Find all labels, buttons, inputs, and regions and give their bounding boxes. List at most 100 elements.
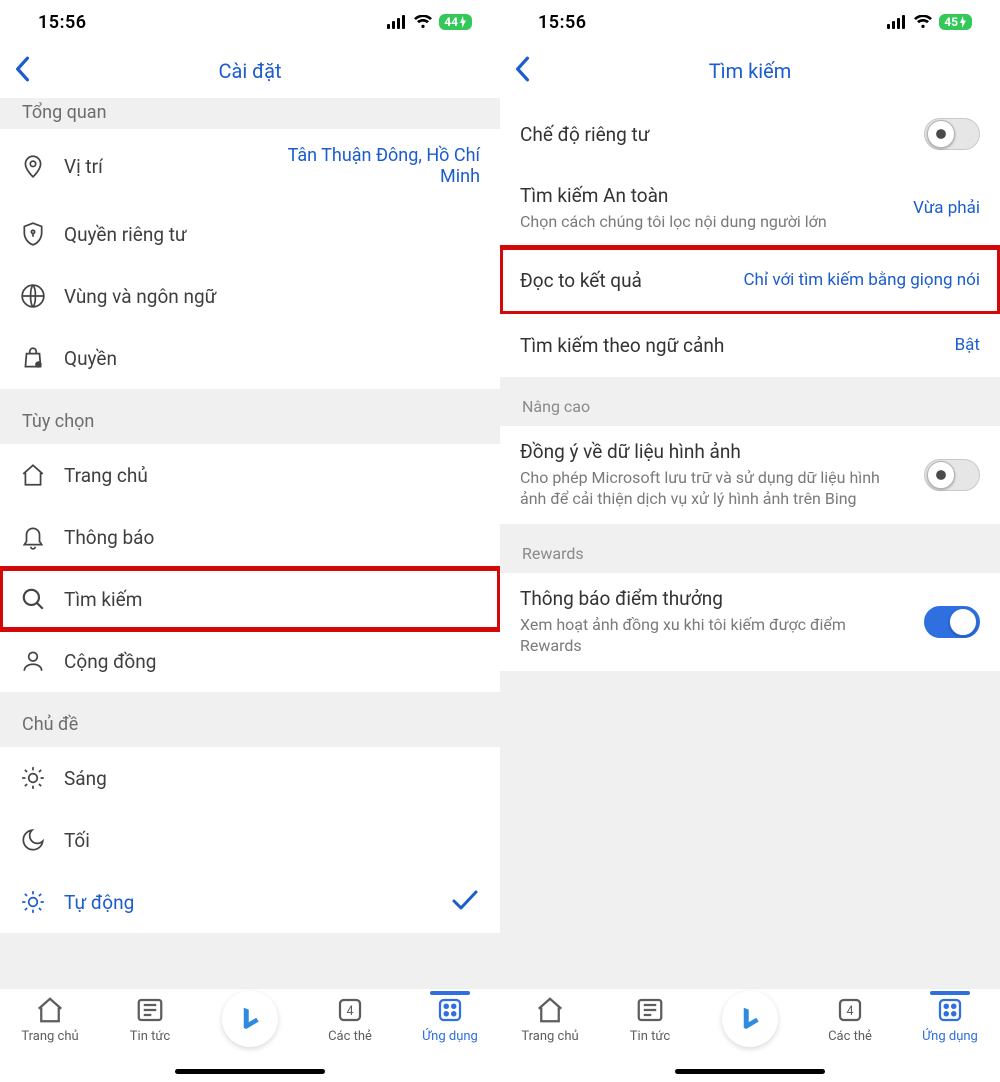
tab-bing[interactable] bbox=[708, 991, 792, 1047]
home-indicator bbox=[675, 1069, 825, 1074]
home-icon bbox=[20, 462, 46, 488]
back-button[interactable] bbox=[14, 56, 30, 86]
row-region-language[interactable]: Vùng và ngôn ngữ bbox=[0, 265, 500, 327]
row-community[interactable]: Cộng đồng bbox=[0, 630, 500, 692]
row-label: Quyền bbox=[64, 347, 480, 370]
section-rewards: Rewards bbox=[500, 524, 1000, 573]
status-time: 15:56 bbox=[38, 12, 87, 33]
row-image-consent[interactable]: Đồng ý về dữ liệu hình ảnh Cho phép Micr… bbox=[500, 426, 1000, 524]
row-private-mode[interactable]: Chế độ riêng tư bbox=[500, 98, 1000, 170]
section-options: Tùy chọn bbox=[0, 389, 500, 444]
row-label: Quyền riêng tư bbox=[64, 223, 480, 246]
tab-label: Trang chủ bbox=[521, 1029, 578, 1044]
row-title: Thông báo điểm thưởng bbox=[520, 587, 910, 610]
row-privacy[interactable]: Quyền riêng tư bbox=[0, 203, 500, 265]
tab-label: Trang chủ bbox=[21, 1029, 78, 1044]
row-label: Vị trí bbox=[64, 155, 232, 178]
status-indicators: 45 bbox=[887, 14, 972, 30]
row-safesearch[interactable]: Tìm kiếm An toàn Chọn cách chúng tôi lọc… bbox=[500, 170, 1000, 247]
row-label: Cộng đồng bbox=[64, 650, 480, 673]
tab-home[interactable]: Trang chủ bbox=[508, 995, 592, 1044]
tab-apps[interactable]: Ứng dụng bbox=[908, 995, 992, 1044]
battery-badge: 44 bbox=[439, 14, 472, 30]
tab-news[interactable]: Tin tức bbox=[608, 995, 692, 1044]
toggle-image-consent[interactable] bbox=[924, 459, 980, 491]
active-indicator bbox=[930, 991, 970, 995]
row-home[interactable]: Trang chủ bbox=[0, 444, 500, 506]
tab-label: Tin tức bbox=[630, 1029, 670, 1044]
nav-header: Cài đặt bbox=[0, 44, 500, 98]
apps-icon bbox=[435, 995, 465, 1025]
row-theme-light[interactable]: Sáng bbox=[0, 747, 500, 809]
row-title: Đồng ý về dữ liệu hình ảnh bbox=[520, 440, 910, 463]
sun-auto-icon bbox=[20, 889, 46, 915]
empty-space bbox=[500, 671, 1000, 988]
bing-bubble bbox=[722, 991, 778, 1047]
tab-cards[interactable]: 4 Các thẻ bbox=[808, 995, 892, 1044]
tab-label: Các thẻ bbox=[328, 1029, 372, 1044]
globe-icon bbox=[20, 283, 46, 309]
row-rewards-notif[interactable]: Thông báo điểm thưởng Xem hoạt ảnh đồng … bbox=[500, 573, 1000, 671]
people-icon bbox=[20, 648, 46, 674]
cards-icon: 4 bbox=[335, 995, 365, 1025]
row-label: Vùng và ngôn ngữ bbox=[64, 285, 480, 308]
toggle-rewards-notif[interactable] bbox=[924, 606, 980, 638]
battery-badge: 45 bbox=[939, 14, 972, 30]
home-indicator bbox=[175, 1069, 325, 1074]
row-title: Chế độ riêng tư bbox=[520, 123, 910, 146]
row-title: Tìm kiếm theo ngữ cảnh bbox=[520, 334, 941, 357]
row-theme-auto[interactable]: Tự động bbox=[0, 871, 500, 933]
cards-icon: 4 bbox=[835, 995, 865, 1025]
row-subtitle: Xem hoạt ảnh đồng xu khi tôi kiếm được đ… bbox=[520, 614, 910, 657]
row-label: Tìm kiếm bbox=[64, 588, 480, 611]
row-theme-dark[interactable]: Tối bbox=[0, 809, 500, 871]
row-subtitle: Chọn cách chúng tôi lọc nội dung người l… bbox=[520, 211, 899, 233]
news-icon bbox=[135, 995, 165, 1025]
moon-icon bbox=[20, 827, 46, 853]
row-label: Sáng bbox=[64, 767, 480, 790]
bell-icon bbox=[20, 524, 46, 550]
wifi-icon bbox=[413, 15, 433, 29]
row-location[interactable]: Vị trí Tân Thuận Đông, Hồ Chí Minh bbox=[0, 129, 500, 203]
row-label: Tối bbox=[64, 829, 480, 852]
page-title: Tìm kiếm bbox=[709, 59, 792, 83]
row-context-search[interactable]: Tìm kiếm theo ngữ cảnh Bật bbox=[500, 314, 1000, 377]
settings-list: Tổng quan Vị trí Tân Thuận Đông, Hồ Chí … bbox=[0, 98, 500, 988]
row-title: Tìm kiếm An toàn bbox=[520, 184, 899, 207]
news-icon bbox=[635, 995, 665, 1025]
row-permissions[interactable]: Quyền bbox=[0, 327, 500, 389]
tab-cards[interactable]: 4 Các thẻ bbox=[308, 995, 392, 1044]
status-bar: 15:56 44 bbox=[0, 0, 500, 44]
svg-text:4: 4 bbox=[846, 1004, 853, 1019]
svg-text:4: 4 bbox=[346, 1004, 353, 1019]
row-search[interactable]: Tìm kiếm bbox=[0, 568, 500, 630]
bing-bubble bbox=[222, 991, 278, 1047]
row-notifications[interactable]: Thông báo bbox=[0, 506, 500, 568]
toggle-private[interactable] bbox=[924, 118, 980, 150]
tab-home[interactable]: Trang chủ bbox=[8, 995, 92, 1044]
row-value: Bật bbox=[955, 335, 980, 355]
row-label: Trang chủ bbox=[64, 464, 480, 487]
tab-bing[interactable] bbox=[208, 991, 292, 1047]
nav-header: Tìm kiếm bbox=[500, 44, 1000, 98]
tab-label: Tin tức bbox=[130, 1029, 170, 1044]
search-icon bbox=[20, 586, 46, 612]
back-button[interactable] bbox=[514, 56, 530, 86]
chevron-left-icon bbox=[514, 56, 530, 82]
row-value: Tân Thuận Đông, Hồ Chí Minh bbox=[250, 145, 480, 187]
row-read-aloud[interactable]: Đọc to kết quả Chỉ với tìm kiếm bằng giọ… bbox=[500, 247, 1000, 314]
row-title: Đọc to kết quả bbox=[520, 269, 729, 292]
tab-apps[interactable]: Ứng dụng bbox=[408, 995, 492, 1044]
tab-bar: Trang chủ Tin tức 4 Các thẻ Ứng dụng bbox=[0, 988, 500, 1082]
tab-news[interactable]: Tin tức bbox=[108, 995, 192, 1044]
row-label: Tự động bbox=[64, 891, 432, 914]
apps-icon bbox=[935, 995, 965, 1025]
tab-label: Ứng dụng bbox=[922, 1029, 978, 1044]
cellular-icon bbox=[387, 15, 407, 29]
row-label: Thông báo bbox=[64, 526, 480, 549]
page-title: Cài đặt bbox=[218, 59, 281, 83]
chevron-left-icon bbox=[14, 56, 30, 82]
active-indicator bbox=[430, 991, 470, 995]
location-icon bbox=[20, 153, 46, 179]
row-value: Vừa phải bbox=[913, 198, 980, 218]
